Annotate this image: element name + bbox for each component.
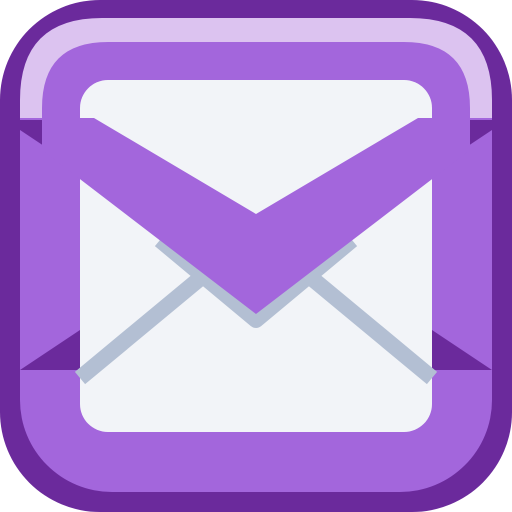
app-icon-canvas: [0, 0, 512, 512]
mail-envelope-icon[interactable]: [0, 0, 512, 512]
